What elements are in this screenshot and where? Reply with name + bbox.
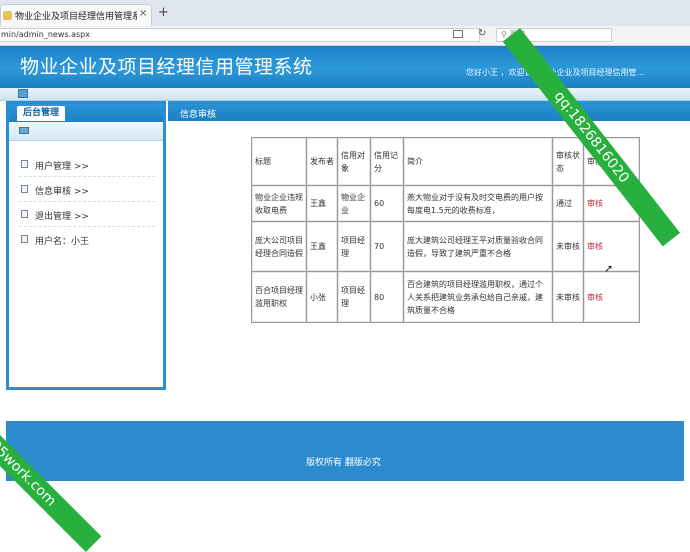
table-row: 百合项目经理滥用职权 小张 项目经理 80 百合建筑的项目经理滥用职权，通过个人… (251, 271, 640, 323)
document-icon (21, 160, 28, 168)
header-status: 审核状态 (552, 137, 584, 186)
table-row: 物业企业违规收取电费 王鑫 物业企业 60 燕大物业对于没有及时交电费的用户按每… (251, 185, 640, 222)
compatibility-view-icon[interactable] (453, 30, 463, 38)
copyright-text: 版权所有 翻版必究 (306, 458, 381, 468)
sidebar: 后台管理 用户管理 >> 信息审核 >> 退出管理 >> 用户名：小王 (6, 101, 166, 390)
browser-tab[interactable]: 物业企业及项目经理信用管理系 × (0, 4, 152, 26)
sidebar-item-label: 信息审核 >> (35, 187, 89, 197)
cell-status: 通过 (552, 185, 584, 222)
cell-title: 百合项目经理滥用职权 (251, 271, 307, 323)
document-icon (21, 185, 28, 193)
address-input[interactable]: min/admin_news.aspx (0, 28, 480, 42)
cell-publisher: 小张 (306, 271, 338, 323)
cell-action: 审核 (583, 271, 640, 323)
sidebar-item-info-review[interactable]: 信息审核 >> (19, 179, 155, 202)
sidebar-subheader (9, 122, 163, 141)
close-tab-icon[interactable]: × (139, 8, 147, 19)
review-link[interactable]: 审核 (587, 199, 603, 208)
new-tab-button[interactable]: + (158, 6, 169, 19)
review-link[interactable]: 审核 (587, 242, 603, 251)
sidebar-item-label: 退出管理 >> (35, 212, 89, 222)
folder-icon (19, 127, 29, 134)
cell-publisher: 王鑫 (306, 185, 338, 222)
section-title: 信息审核 (180, 110, 217, 120)
mouse-cursor-icon: ➚ (604, 262, 614, 275)
system-title: 物业企业及项目经理信用管理系统 (20, 56, 313, 78)
browser-tab-title: 物业企业及项目经理信用管理系 (15, 12, 137, 22)
page-footer (6, 421, 684, 481)
page-header: 物业企业及项目经理信用管理系统 您好小王 ，欢迎访问物业企业及项目经理信用管..… (0, 46, 690, 88)
cell-title: 物业企业违规收取电费 (251, 185, 307, 222)
sidebar-header: 后台管理 (9, 104, 163, 122)
refresh-icon[interactable]: ↻ (478, 28, 486, 39)
address-bar-row: min/admin_news.aspx ↻ ⚲ 百度 (0, 26, 690, 46)
cell-status: 未审核 (552, 221, 584, 272)
cell-score: 80 (370, 271, 404, 323)
header-subbar (0, 88, 690, 101)
username-label: 用户名：小王 (35, 237, 90, 247)
cell-score: 70 (370, 221, 404, 272)
cell-score: 60 (370, 185, 404, 222)
review-table: 标题 发布者 信用对象 信用记分 简介 审核状态 审核 物业企业违规收取电费 王… (251, 137, 640, 323)
document-icon (21, 235, 28, 243)
header-score: 信用记分 (370, 137, 404, 186)
sidebar-username: 用户名：小王 (19, 229, 155, 251)
main-section-header (168, 101, 690, 121)
cell-status: 未审核 (552, 271, 584, 323)
document-icon (21, 210, 28, 218)
cell-object: 物业企业 (337, 185, 371, 222)
cell-intro: 百合建筑的项目经理滥用职权，通过个人关系把建筑业务承包给自己亲戚，建筑质量不合格 (403, 271, 553, 323)
cell-object: 项目经理 (337, 271, 371, 323)
table-row: 庞大公司项目经理合同造假 王鑫 项目经理 70 庞大建筑公司经理王平对质量验收合… (251, 221, 640, 272)
sidebar-item-logout[interactable]: 退出管理 >> (19, 204, 155, 227)
sidebar-item-user-management[interactable]: 用户管理 >> (19, 154, 155, 177)
browser-tab-strip: 物业企业及项目经理信用管理系 × + (0, 0, 690, 26)
cell-intro: 庞大建筑公司经理王平对质量验收合同造假，导致了建筑严重不合格 (403, 221, 553, 272)
page-favicon-icon (3, 11, 12, 20)
review-link[interactable]: 审核 (587, 293, 603, 302)
header-title: 标题 (251, 137, 307, 186)
header-publisher: 发布者 (306, 137, 338, 186)
header-intro: 简介 (403, 137, 553, 186)
cell-object: 项目经理 (337, 221, 371, 272)
cell-intro: 燕大物业对于没有及时交电费的用户按每度电1.5元的收费标准， (403, 185, 553, 222)
window-icon (18, 89, 28, 98)
cell-title: 庞大公司项目经理合同造假 (251, 221, 307, 272)
sidebar-item-label: 用户管理 >> (35, 162, 89, 172)
sidebar-tab-admin[interactable]: 后台管理 (17, 106, 66, 121)
table-header-row: 标题 发布者 信用对象 信用记分 简介 审核状态 审核 (251, 137, 640, 186)
cell-publisher: 王鑫 (306, 221, 338, 272)
header-object: 信用对象 (337, 137, 371, 186)
